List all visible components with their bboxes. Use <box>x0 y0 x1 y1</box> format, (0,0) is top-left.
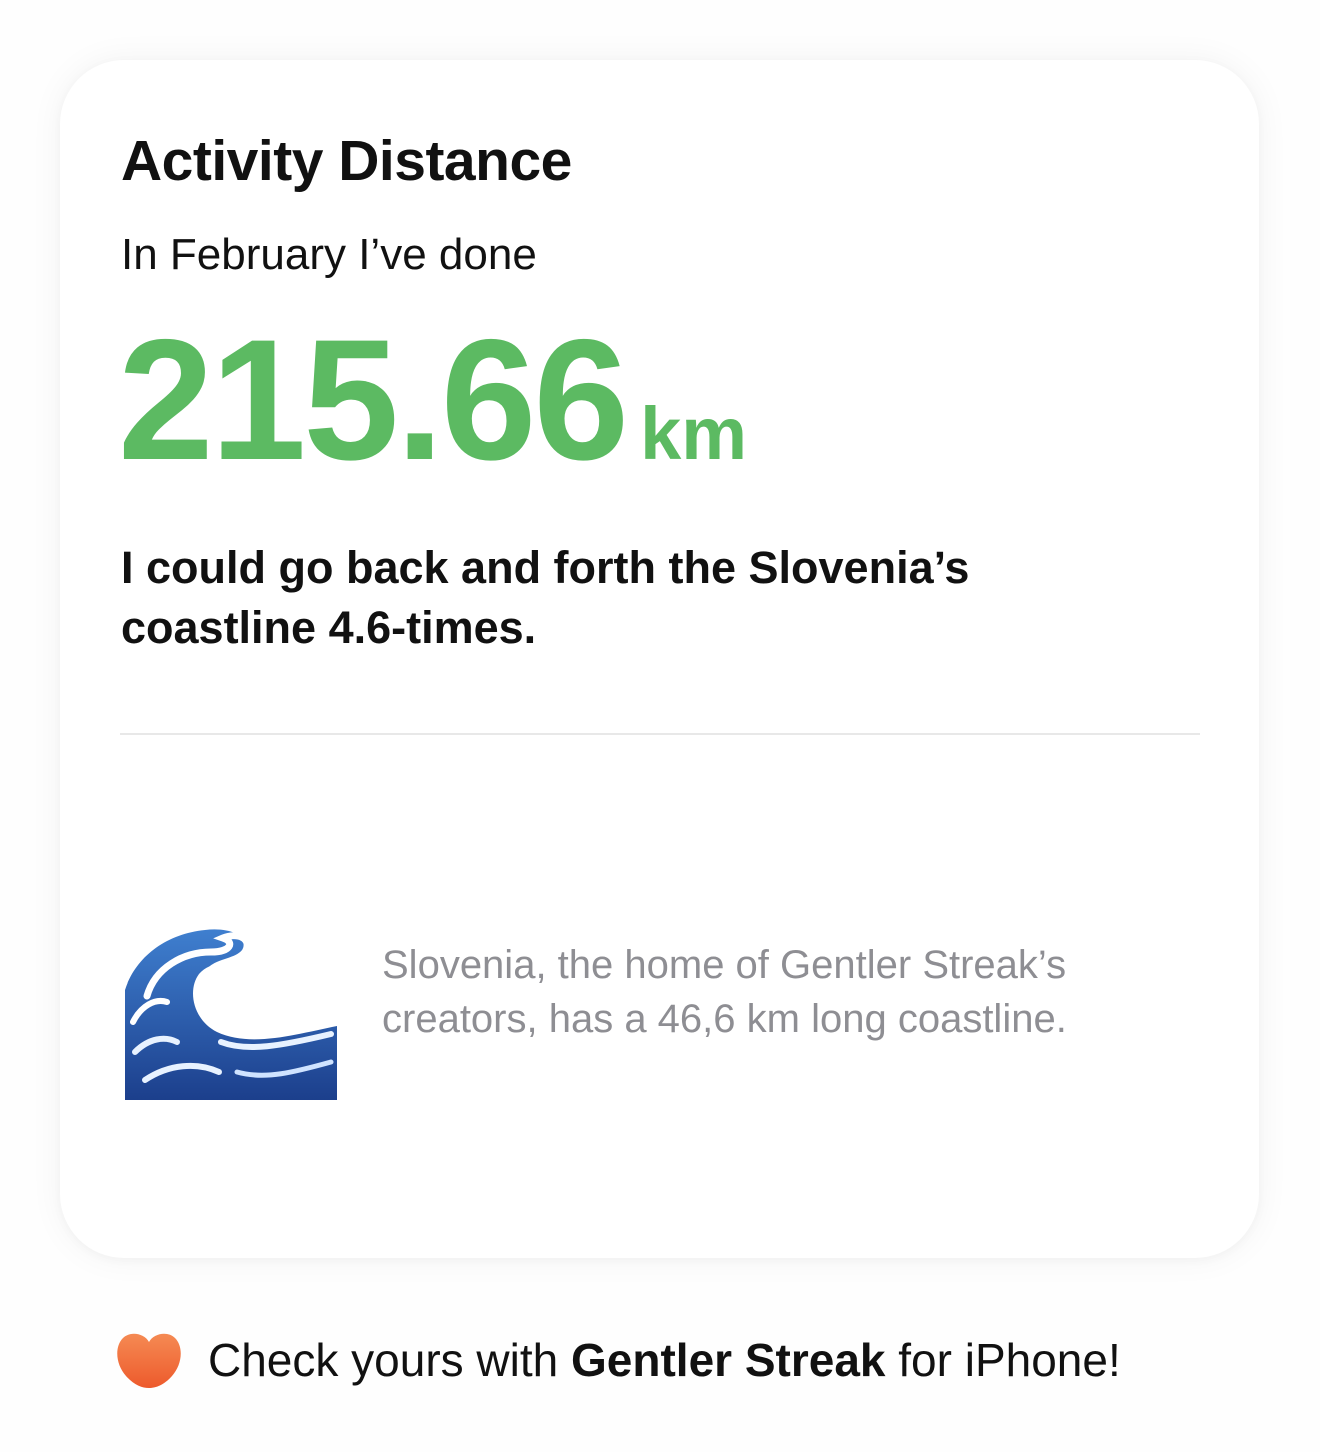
intro-text: In February I’ve done <box>121 230 537 279</box>
water-wave-icon <box>125 922 337 1100</box>
promo-suffix: for iPhone! <box>885 1334 1121 1386</box>
promo-text: Check yours with Gentler Streak for iPho… <box>208 1330 1121 1390</box>
coastline-fact: Slovenia, the home of Gentler Streak’s c… <box>382 943 1067 1041</box>
promo-brand-name: Gentler Streak <box>571 1334 886 1386</box>
share-image: Activity Distance In February I’ve done … <box>0 0 1320 1452</box>
gentler-streak-logo-icon <box>116 1331 182 1389</box>
distance-unit: km <box>640 392 748 475</box>
distance-value: 215.66 <box>118 304 629 496</box>
activity-distance-card: Activity Distance In February I’ve done … <box>60 60 1259 1258</box>
promo-footer: Check yours with Gentler Streak for iPho… <box>116 1328 1121 1392</box>
card-title: Activity Distance <box>121 129 572 193</box>
comparison-text: I could go back and forth the Slovenia’s… <box>121 542 970 653</box>
distance-metric: 215.66 km <box>118 314 747 486</box>
promo-prefix: Check yours with <box>208 1334 572 1386</box>
divider <box>120 733 1200 735</box>
